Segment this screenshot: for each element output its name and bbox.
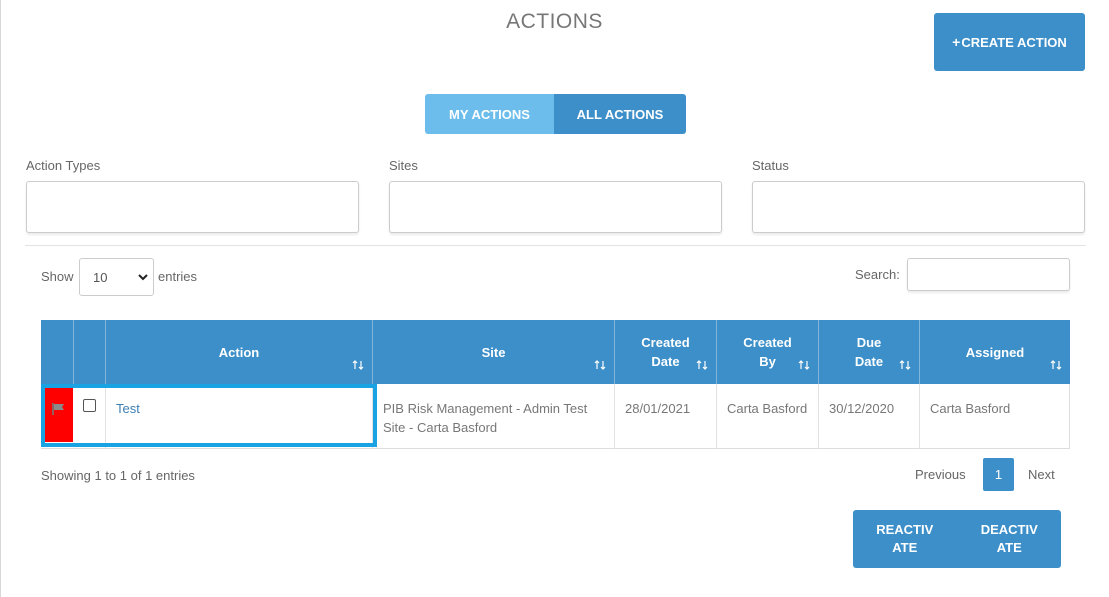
search-input[interactable] (907, 258, 1070, 291)
sites-label: Sites (389, 158, 418, 173)
action-scope-toggle: MY ACTIONS ALL ACTIONS (425, 94, 686, 134)
row-checkbox[interactable] (83, 399, 96, 412)
create-action-button[interactable]: +CREATE ACTION (934, 13, 1085, 71)
sort-icon (352, 360, 364, 370)
cell-assigned: Carta Basford (919, 384, 1070, 449)
show-label: Show (41, 269, 74, 284)
cell-created-date: 28/01/2021 (614, 384, 716, 449)
col-site-label: Site (481, 344, 506, 360)
status-label: Status (752, 158, 789, 173)
col-action-label: Action (218, 344, 260, 360)
col-created-date-header[interactable]: Created Date (614, 320, 716, 384)
previous-page-button[interactable]: Previous (915, 467, 966, 482)
pagination-info: Showing 1 to 1 of 1 entries (41, 468, 195, 483)
status-select[interactable] (752, 181, 1085, 233)
page-number-button[interactable]: 1 (983, 458, 1014, 491)
cell-action[interactable]: Test (105, 384, 372, 449)
col-created-date-label: Created Date (641, 335, 690, 369)
priority-flag-cell (45, 385, 73, 442)
col-assigned-label: Assigned (965, 344, 1025, 360)
col-site-header[interactable]: Site (372, 320, 614, 384)
sort-icon (696, 360, 708, 370)
plus-icon: + (952, 33, 961, 50)
sort-icon (1050, 360, 1062, 370)
next-page-button[interactable]: Next (1028, 467, 1055, 482)
col-flag-header (41, 320, 73, 384)
col-created-by-label: Created By (743, 335, 792, 369)
col-due-date-label: Due Date (854, 335, 884, 369)
reactivate-button[interactable]: REACTIVATE (853, 510, 957, 568)
cell-due-date: 30/12/2020 (818, 384, 919, 449)
deactivate-button[interactable]: DEACTIVATE (957, 510, 1061, 568)
col-created-by-header[interactable]: Created By (716, 320, 818, 384)
col-action-header[interactable]: Action (105, 320, 372, 384)
tab-my-actions[interactable]: MY ACTIONS (425, 94, 554, 134)
sort-icon (798, 360, 810, 370)
col-due-date-header[interactable]: Due Date (818, 320, 919, 384)
tab-all-actions[interactable]: ALL ACTIONS (554, 94, 686, 134)
divider (25, 245, 1086, 246)
create-action-label: CREATE ACTION (961, 34, 1067, 50)
action-types-select[interactable] (26, 181, 359, 233)
left-frame-border (0, 0, 1, 597)
action-link[interactable]: Test (116, 401, 140, 416)
sites-select[interactable] (389, 181, 722, 233)
entries-per-page-select[interactable]: 10 (79, 258, 154, 296)
col-assigned-header[interactable]: Assigned (919, 320, 1070, 384)
col-select-header (73, 320, 105, 384)
cell-site: PIB Risk Management - Admin Test Site - … (372, 384, 614, 449)
table-row[interactable]: Test PIB Risk Management - Admin Test Si… (41, 384, 1070, 449)
search-label: Search: (855, 267, 900, 282)
table-header: Action Site Created Date Created By Due … (41, 320, 1070, 384)
cell-created-by: Carta Basford (716, 384, 818, 449)
chevron-down-icon (138, 274, 148, 281)
flag-icon (52, 403, 64, 415)
sort-icon (899, 360, 911, 370)
sort-icon (594, 360, 606, 370)
action-types-label: Action Types (26, 158, 101, 173)
entries-label: entries (158, 269, 198, 284)
entries-per-page-value: 10 (93, 269, 108, 285)
bulk-actions: REACTIVATE DEACTIVATE (853, 510, 1061, 568)
